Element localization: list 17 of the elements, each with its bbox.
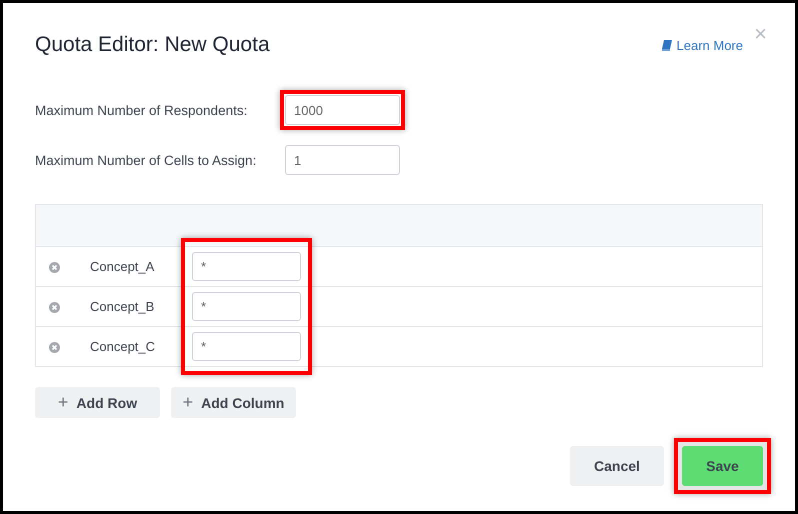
value-field[interactable]: * [192, 292, 301, 321]
value-field[interactable]: * [192, 332, 301, 361]
learn-more-link[interactable]: Learn More [660, 38, 743, 52]
remove-icon[interactable] [48, 302, 60, 314]
cancel-button[interactable]: Cancel [570, 446, 664, 486]
add-button[interactable]: + Add Column [171, 387, 296, 418]
dialog-title: Quota Editor: New Quota [35, 33, 271, 57]
field-label: Maximum Number of Respondents: [35, 102, 248, 118]
book-icon [660, 40, 672, 50]
save-button[interactable]: Save [682, 446, 763, 486]
remove-icon[interactable] [48, 342, 60, 354]
remove-icon[interactable] [48, 262, 60, 274]
number-field[interactable]: 1000 [285, 95, 400, 125]
add-button[interactable]: + Add Row [35, 387, 160, 418]
field-label: Maximum Number of Cells to Assign: [35, 152, 258, 168]
number-field[interactable]: 1 [285, 145, 400, 175]
value-field[interactable]: * [192, 252, 301, 281]
